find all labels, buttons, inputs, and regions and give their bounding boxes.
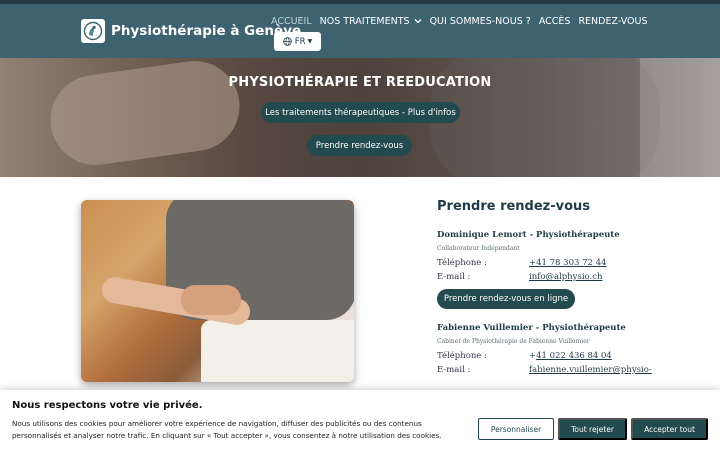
online-booking-button[interactable]: Prendre rendez-vous en ligne xyxy=(437,289,575,309)
cookie-text: Nous utilisons des cookies pour améliore… xyxy=(12,419,442,440)
site-header: Physiothérapie à Genève ACCUEIL NOS TRAI… xyxy=(0,4,720,58)
accept-all-button[interactable]: Accepter tout xyxy=(631,418,708,440)
logo-icon xyxy=(81,19,105,43)
hero-title: PHYSIOTHÉRAPIE ET REEDUCATION xyxy=(228,75,492,90)
language-selector[interactable]: FR ▼ xyxy=(274,32,321,51)
email-label: E-mail : xyxy=(437,272,471,282)
email-label: E-mail : xyxy=(437,365,471,375)
contact-name: Fabienne Vuillemier - Physiothérapeute xyxy=(437,323,626,333)
phone-label: Téléphone : xyxy=(437,258,487,268)
email-link[interactable]: fabienne.vuillemier@physio- xyxy=(529,365,652,375)
phone-row: Téléphone : +41 022 436 84 04 xyxy=(437,351,687,361)
reject-all-button[interactable]: Tout rejeter xyxy=(558,418,627,440)
contact-name: Dominique Lemort - Physiothérapeute xyxy=(437,230,620,240)
phone-label: Téléphone : xyxy=(437,351,487,361)
appointment-section: Prendre rendez-vous Dominique Lemort - P… xyxy=(437,199,687,375)
contact-card: Fabienne Vuillemier - Physiothérapeute C… xyxy=(437,323,687,375)
email-link[interactable]: info@alphysio.ch xyxy=(529,272,602,282)
language-label: FR xyxy=(294,36,306,47)
cookie-title: Nous respectons votre vie privée. xyxy=(12,400,203,411)
contact-card: Dominique Lemort - Physiothérapeute Coll… xyxy=(437,230,687,309)
photo-detail xyxy=(181,285,241,315)
phone-link[interactable]: +41 78 303 72 44 xyxy=(529,258,606,268)
nav-item-qui-sommes-nous[interactable]: QUI SOMMES-NOUS ? xyxy=(430,16,531,27)
cookie-banner: Nous respectons votre vie privée. Nous u… xyxy=(0,390,720,450)
email-row: E-mail : info@alphysio.ch xyxy=(437,272,687,282)
email-row: E-mail : fabienne.vuillemier@physio- xyxy=(437,365,687,375)
caret-down-icon: ▼ xyxy=(307,38,313,45)
hero-appointment-button[interactable]: Prendre rendez-vous xyxy=(307,135,412,156)
nav-item-rendez-vous[interactable]: RENDEZ-VOUS xyxy=(578,16,647,27)
phone-prefix: + xyxy=(529,351,537,361)
appointment-title: Prendre rendez-vous xyxy=(437,199,591,214)
photo-detail xyxy=(201,320,354,382)
contact-subtitle: Collaborateur Indépendant xyxy=(437,245,520,252)
phone-row: Téléphone : +41 78 303 72 44 xyxy=(437,258,687,268)
hero-banner: PHYSIOTHÉRAPIE ET REEDUCATION Les traite… xyxy=(0,58,720,177)
site-logo-link[interactable]: Physiothérapie à Genève xyxy=(81,19,301,43)
treatment-photo xyxy=(81,200,354,382)
chevron-down-icon xyxy=(414,16,422,27)
nav-item-accueil[interactable]: ACCUEIL xyxy=(271,16,312,27)
nav-item-acces[interactable]: ACCÈS xyxy=(539,16,571,27)
nav-item-nos-traitements[interactable]: NOS TRAITEMENTS xyxy=(320,16,422,27)
main-nav: ACCUEIL NOS TRAITEMENTS QUI SOMMES-NOUS … xyxy=(271,16,656,27)
treatments-info-button[interactable]: Les traitements thérapeutiques - Plus d'… xyxy=(261,102,460,123)
customize-cookies-button[interactable]: Personnaliser xyxy=(478,418,554,440)
globe-icon xyxy=(283,37,292,46)
phone-link[interactable]: 41 022 436 84 04 xyxy=(536,351,612,361)
contact-subtitle: Cabinet de Physiothérapie de Fabienne Vu… xyxy=(437,338,590,345)
nav-item-label: NOS TRAITEMENTS xyxy=(319,16,410,27)
